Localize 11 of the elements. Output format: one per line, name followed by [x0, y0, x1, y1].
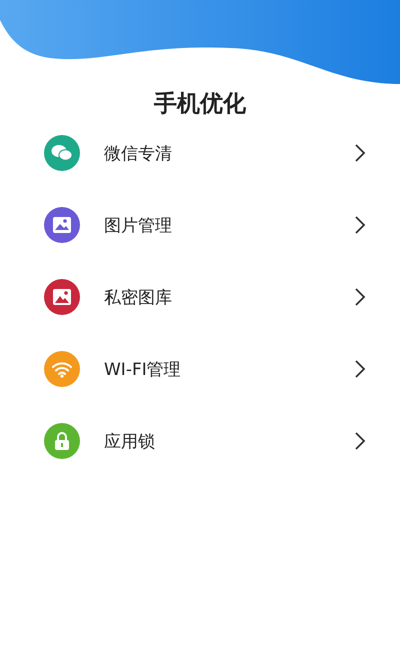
menu-item-label[interactable]: 图片管理 — [104, 214, 354, 236]
page-title: 手机优化 — [153, 90, 247, 119]
menu-item-label[interactable]: 私密图库 — [104, 286, 354, 308]
chevron-icon — [354, 215, 366, 235]
menu-item-label[interactable]: 微信专清 — [104, 142, 354, 164]
chevron-icon — [354, 359, 366, 379]
chevron-icon — [354, 287, 366, 307]
menu-item-label[interactable]: 应用锁 — [104, 430, 354, 452]
chevron-icon — [354, 143, 366, 163]
menu-item-label[interactable]: WI-FI管理 — [104, 358, 354, 380]
chevron-icon — [354, 431, 366, 451]
